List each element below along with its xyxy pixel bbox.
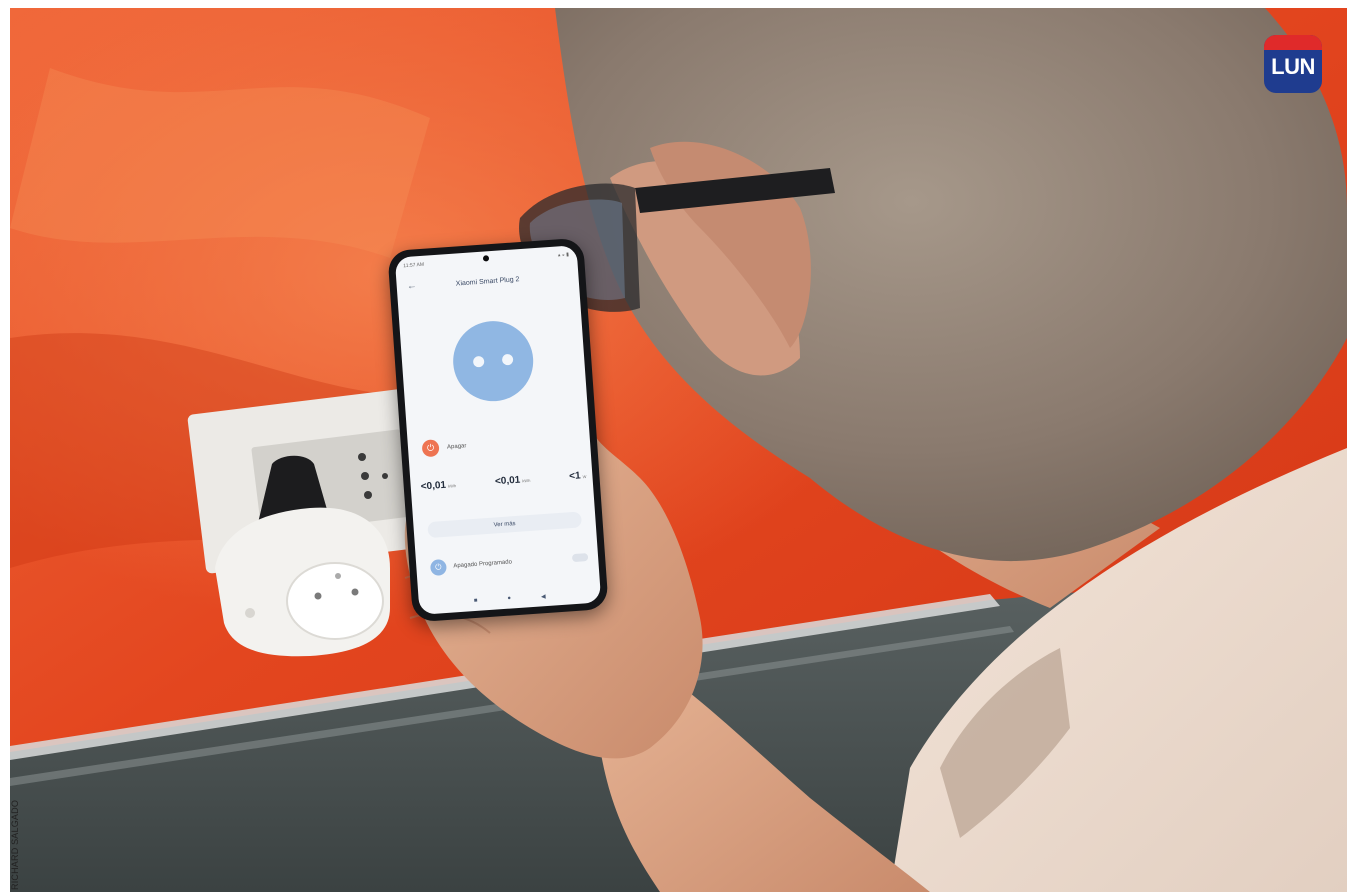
phone-screen: 11:57 AM ▴ ◒ ▮ ← Xiaomi Smart Plug 2 ⏻ A… <box>394 245 602 615</box>
logo-red-band <box>1264 35 1322 50</box>
stat-item: <0,01 kWh <box>420 479 457 493</box>
back-nav-icon[interactable]: ◀ <box>541 593 546 600</box>
logo-text: LUN <box>1271 54 1315 79</box>
power-icon[interactable]: ⏻ <box>421 439 440 458</box>
status-icons: ▴ ◒ ▮ <box>557 251 570 259</box>
stat-value: <1 <box>568 470 582 483</box>
stat-value: <0,01 <box>494 474 521 488</box>
stat-value: <0,01 <box>420 479 447 493</box>
power-label: Apagar <box>446 442 467 451</box>
photo-credit: RICHARD SALGADO <box>0 790 20 890</box>
status-time: 11:57 AM <box>403 261 425 270</box>
photo-scene: 11:57 AM ▴ ◒ ▮ ← Xiaomi Smart Plug 2 ⏻ A… <box>10 8 1347 892</box>
photo-credit-text: RICHARD SALGADO <box>10 799 20 890</box>
stat-item: <1 W <box>569 470 587 482</box>
socket-hole-left <box>472 355 485 368</box>
stat-item: <0,01 kWh <box>494 474 531 488</box>
stat-unit: kWh <box>522 477 531 484</box>
schedule-label: Apagado Programado <box>453 559 513 570</box>
power-toggle-row[interactable]: ⏻ Apagar <box>421 437 467 458</box>
plug-status-icon[interactable] <box>450 318 536 404</box>
lun-logo: LUN <box>1264 35 1322 93</box>
app-title: Xiaomi Smart Plug 2 <box>455 275 520 288</box>
home-icon[interactable]: ● <box>507 596 511 603</box>
schedule-toggle[interactable] <box>571 553 589 563</box>
see-more-button[interactable]: Ver más <box>427 511 582 539</box>
back-arrow-icon[interactable]: ← <box>406 278 417 295</box>
scene-illustration <box>10 8 1347 892</box>
stat-unit: kWh <box>447 483 457 489</box>
smartphone: 11:57 AM ▴ ◒ ▮ ← Xiaomi Smart Plug 2 ⏻ A… <box>387 237 609 623</box>
energy-stats: <0,01 kWh <0,01 kWh <1 W <box>420 470 587 493</box>
recents-icon[interactable]: ■ <box>474 598 478 605</box>
socket-hole-right <box>501 353 514 366</box>
schedule-power-icon: ⏻ <box>429 558 447 577</box>
stat-unit: W <box>582 473 587 480</box>
scheduled-off-row[interactable]: ⏻ Apagado Programado <box>429 549 589 577</box>
